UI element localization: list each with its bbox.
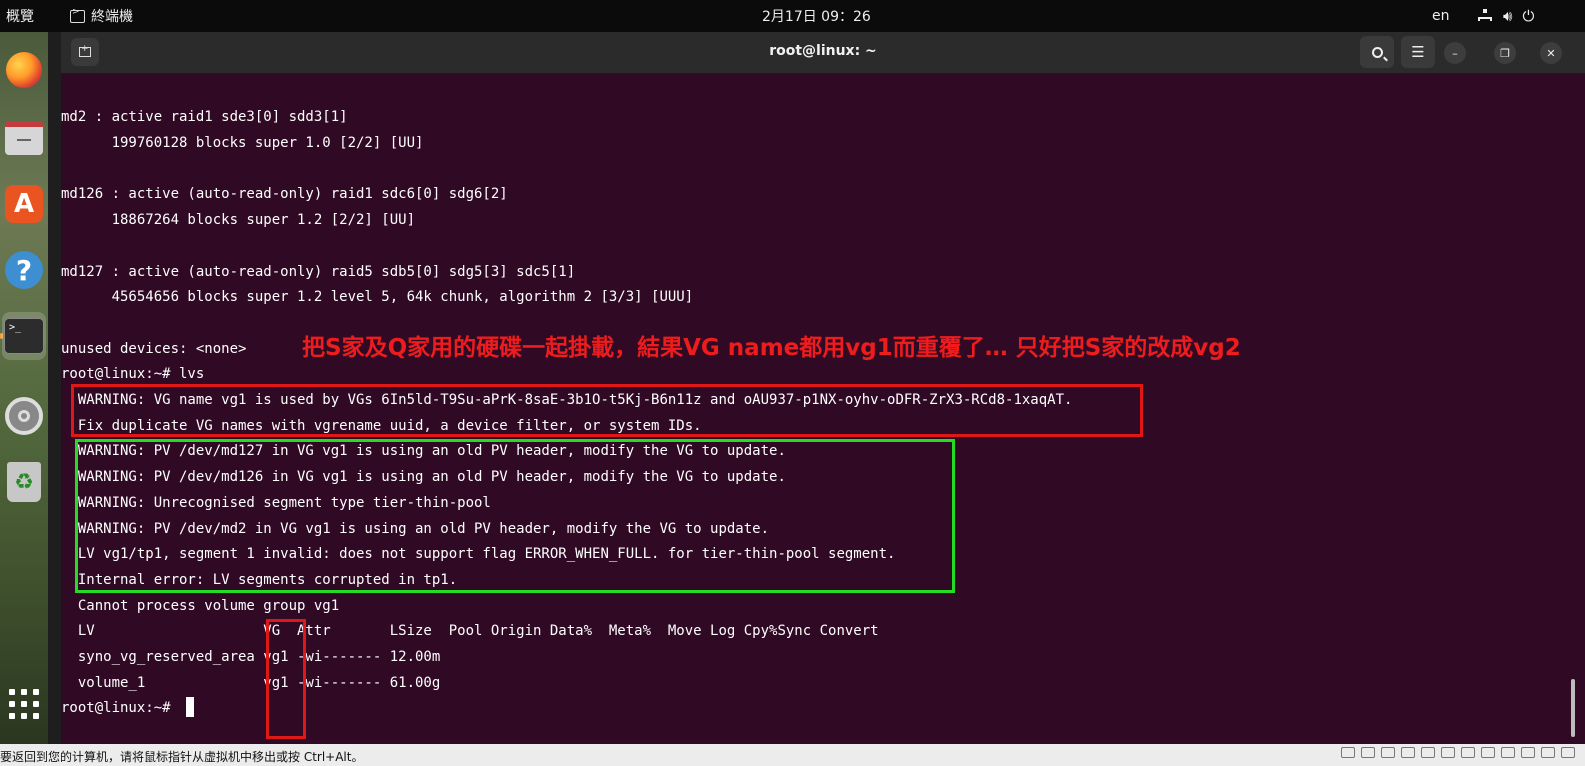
- top-bar: 概覽 終端機 2月17日 09：26 en 🔊︎ ⏻: [0, 0, 1585, 32]
- network-adapter-icon[interactable]: [1481, 747, 1495, 758]
- sound-icon[interactable]: [1521, 747, 1535, 758]
- input-language-label: en: [1432, 8, 1450, 24]
- terminal-prompt: root@linux:~#: [61, 700, 180, 716]
- settings-icon: [5, 397, 43, 435]
- terminal-line: 199760128 blocks super 1.0 [2/2] [UU]: [61, 135, 424, 151]
- dock-terminal[interactable]: >_: [2, 312, 46, 360]
- clock[interactable]: 2月17日 09：26: [762, 0, 871, 32]
- terminal-line: volume_1 vg1 -wi------- 61.00g: [61, 675, 441, 691]
- vm-status-bar: 要返回到您的计算机，请将鼠标指针从虚拟机中移出或按 Ctrl+Alt。: [0, 744, 1585, 766]
- terminal-line: md2 : active raid1 sde3[0] sdd3[1]: [61, 109, 348, 125]
- text-cursor: [186, 697, 194, 717]
- dock-files[interactable]: [4, 118, 44, 158]
- hdd-icon[interactable]: [1461, 747, 1475, 758]
- terminal-output[interactable]: md2 : active raid1 sde3[0] sdd3[1] 19976…: [61, 73, 1561, 744]
- firefox-icon: [6, 52, 42, 88]
- terminal-icon: >_: [4, 318, 44, 354]
- app-menu-label: 終端機: [91, 9, 133, 25]
- terminal-line: syno_vg_reserved_area vg1 -wi------- 12.…: [61, 649, 441, 665]
- app-menu[interactable]: 終端機: [70, 0, 133, 32]
- vm-device-icons: [1341, 747, 1575, 758]
- dock-firefox[interactable]: [4, 50, 44, 90]
- dock-trash[interactable]: ♻: [4, 462, 44, 502]
- activities-label: 概覽: [6, 9, 34, 25]
- vg-column-highlight-box: [266, 619, 306, 739]
- clock-label: 2月17日 09：26: [762, 9, 871, 25]
- minimize-button[interactable]: –: [1444, 42, 1466, 64]
- hdd-icon[interactable]: [1441, 747, 1455, 758]
- terminal-line: LV VG Attr LSize Pool Origin Data% Meta%…: [61, 623, 879, 639]
- menu-button[interactable]: ☰: [1401, 36, 1435, 68]
- show-apps-button[interactable]: [4, 684, 44, 724]
- terminal-line: 18867264 blocks super 1.2 [2/2] [UU]: [61, 212, 416, 228]
- dock-settings[interactable]: [4, 396, 44, 436]
- terminal-window: root@linux: ~ ☰ – ❐ ✕ md2 : active raid1…: [61, 32, 1585, 744]
- volume-icon: 🔊︎: [1503, 7, 1513, 25]
- power-icon: ⏻: [1522, 7, 1535, 25]
- maximize-icon: ❐: [1500, 46, 1510, 60]
- terminal-line: unused devices: <none>: [61, 341, 247, 357]
- dock-help[interactable]: ?: [4, 250, 44, 290]
- terminal-app-icon: [70, 7, 85, 23]
- input-language[interactable]: en: [1432, 0, 1450, 32]
- terminal-line: md127 : active (auto-read-only) raid5 sd…: [61, 264, 576, 280]
- warnings-highlight-box: [75, 439, 955, 593]
- app-center-icon: A: [5, 185, 43, 223]
- dock-app-center[interactable]: A: [4, 184, 44, 224]
- terminal-line: 45654656 blocks super 1.2 level 5, 64k c…: [61, 289, 694, 305]
- terminal-line: md126 : active (auto-read-only) raid1 sd…: [61, 186, 508, 202]
- display-icon[interactable]: [1541, 747, 1555, 758]
- close-button[interactable]: ✕: [1540, 42, 1562, 64]
- hdd-icon[interactable]: [1381, 747, 1395, 758]
- show-apps-icon: [9, 689, 39, 719]
- network-icon: [1477, 9, 1493, 23]
- help-icon: ?: [5, 251, 43, 289]
- terminal-line: Cannot process volume group vg1: [61, 598, 340, 614]
- duplicate-vg-highlight-box: [71, 384, 1143, 437]
- usb-icon[interactable]: [1501, 747, 1515, 758]
- minimize-icon: –: [1452, 46, 1458, 60]
- hdd-icon[interactable]: [1421, 747, 1435, 758]
- scrollbar[interactable]: [1571, 679, 1575, 737]
- hdd-icon[interactable]: [1401, 747, 1415, 758]
- trash-icon: ♻: [7, 462, 41, 502]
- hdd-icon[interactable]: [1361, 747, 1375, 758]
- terminal-line: root@linux:~# lvs: [61, 366, 205, 382]
- maximize-button[interactable]: ❐: [1494, 42, 1516, 64]
- hamburger-menu-icon: ☰: [1411, 43, 1425, 61]
- window-titlebar[interactable]: root@linux: ~ ☰ – ❐ ✕: [61, 32, 1585, 74]
- vm-message-icon[interactable]: [1561, 747, 1575, 758]
- files-icon: [5, 121, 43, 155]
- activities-button[interactable]: 概覽: [6, 0, 34, 32]
- annotation-note: 把S家及Q家用的硬碟一起掛載，結果VG name都用vg1而重覆了… 只好把S家…: [302, 335, 1241, 361]
- search-button[interactable]: [1360, 36, 1394, 68]
- system-tray[interactable]: 🔊︎ ⏻: [1477, 0, 1534, 32]
- search-icon: [1371, 46, 1383, 58]
- vm-release-hint: 要返回到您的计算机，请将鼠标指针从虚拟机中移出或按 Ctrl+Alt。: [0, 750, 364, 764]
- window-title: root@linux: ~: [769, 43, 877, 59]
- dock: A ? >_ ♻: [0, 32, 48, 744]
- close-icon: ✕: [1546, 46, 1556, 60]
- hdd-icon[interactable]: [1341, 747, 1355, 758]
